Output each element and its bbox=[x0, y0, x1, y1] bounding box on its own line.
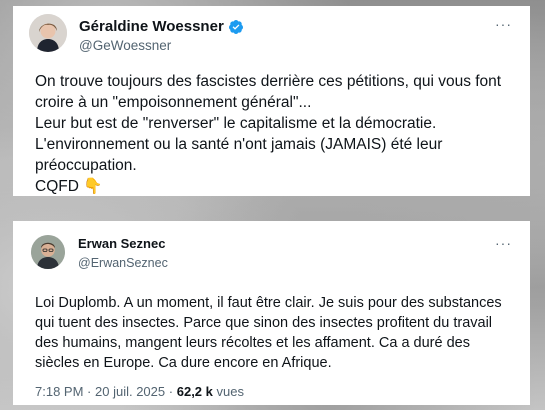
tweet-line: CQFD 👇 bbox=[35, 178, 103, 195]
more-options-icon[interactable]: ··· bbox=[495, 236, 512, 250]
tweet-line: préoccupation. bbox=[35, 157, 137, 174]
tweet-date[interactable]: 20 juil. 2025 bbox=[95, 384, 165, 399]
tweet-line: siècles en Europe. Ca dure encore en Afr… bbox=[35, 355, 332, 371]
tweet-text: On trouve toujours des fascistes derrièr… bbox=[27, 71, 512, 197]
author-handle[interactable]: @ErwanSeznec bbox=[78, 254, 168, 272]
author-name[interactable]: Erwan Seznec bbox=[78, 234, 165, 254]
meta-separator: · bbox=[87, 384, 92, 399]
meta-separator: · bbox=[168, 384, 174, 399]
tweet-time[interactable]: 7:18 PM bbox=[35, 384, 83, 399]
tweet-card-geraldine[interactable]: Géraldine Woessner @GeWoessner ··· On tr… bbox=[13, 6, 530, 196]
views-label: vues bbox=[216, 384, 244, 399]
verified-badge-icon bbox=[228, 19, 244, 35]
avatar-photo bbox=[29, 14, 67, 52]
avatar-photo bbox=[31, 235, 65, 269]
tweet-text: Loi Duplomb. A un moment, il faut être c… bbox=[27, 293, 512, 373]
tweet-meta: 7:18 PM · 20 juil. 2025 · 62,2 k vues bbox=[27, 384, 512, 399]
tweet-card-erwan[interactable]: Erwan Seznec @ErwanSeznec ··· Loi Duplom… bbox=[13, 221, 530, 405]
tweet-header: Géraldine Woessner @GeWoessner ··· bbox=[27, 14, 512, 62]
avatar[interactable] bbox=[31, 235, 65, 269]
tweet-line: qui tuent des insectes. Parce que sinon … bbox=[35, 315, 493, 331]
more-options-icon[interactable]: ··· bbox=[495, 17, 512, 31]
author-block: Erwan Seznec @ErwanSeznec bbox=[78, 234, 168, 272]
author-block: Géraldine Woessner @GeWoessner bbox=[79, 17, 244, 55]
avatar[interactable] bbox=[29, 14, 67, 52]
tweet-line: Loi Duplomb. A un moment, il faut être c… bbox=[35, 295, 502, 311]
tweet-header: Erwan Seznec @ErwanSeznec ··· bbox=[27, 233, 512, 281]
author-handle[interactable]: @GeWoessner bbox=[79, 37, 244, 55]
views-count[interactable]: 62,2 k bbox=[177, 384, 213, 399]
author-name[interactable]: Géraldine Woessner bbox=[79, 17, 224, 37]
tweet-line: des humains, mangent leurs récoltes et l… bbox=[35, 335, 470, 351]
tweet-line: croire à un "empoisonnement général"... bbox=[35, 94, 312, 111]
tweet-line: Leur but est de "renverser" le capitalis… bbox=[35, 115, 437, 132]
tweet-line: L'environnement ou la santé n'ont jamais… bbox=[35, 136, 443, 153]
tweet-line: On trouve toujours des fascistes derrièr… bbox=[35, 73, 502, 90]
